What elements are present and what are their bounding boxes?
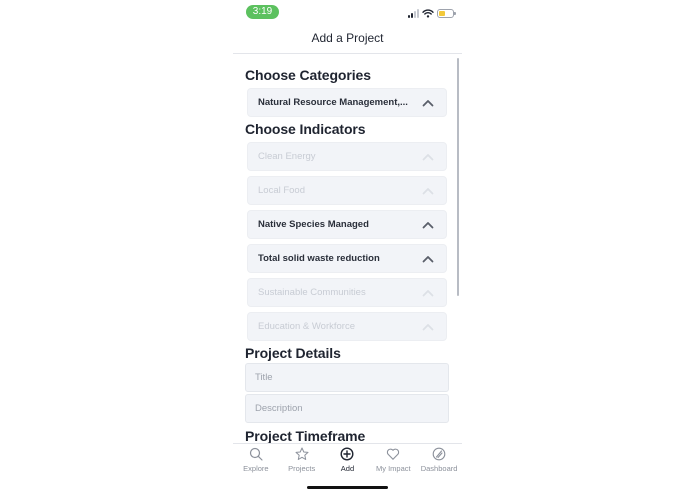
indicator-solid-waste[interactable]: Total solid waste reduction	[247, 244, 447, 273]
indicator-label: Sustainable Communities	[258, 287, 366, 298]
choose-indicators-heading: Choose Indicators	[245, 121, 366, 137]
chevron-up-icon	[422, 221, 434, 228]
star-icon	[295, 447, 309, 460]
chevron-up-icon	[422, 187, 434, 194]
categories-selected-label: Natural Resource Management,...	[258, 97, 408, 108]
search-icon	[249, 447, 263, 461]
tab-label: My Impact	[375, 464, 411, 473]
chevron-up-icon	[422, 99, 434, 106]
indicator-education-workforce: Education & Workforce	[247, 312, 447, 341]
form-scroll-area[interactable]: Choose Categories Natural Resource Manag…	[233, 54, 462, 443]
dashboard-icon	[432, 447, 446, 461]
categories-dropdown[interactable]: Natural Resource Management,...	[247, 88, 447, 117]
tab-my-impact[interactable]: My Impact	[371, 444, 416, 478]
tab-bar: Explore Projects Add My Impact Dashboard	[233, 444, 462, 478]
indicator-label: Total solid waste reduction	[258, 253, 380, 264]
indicator-sustainable-communities: Sustainable Communities	[247, 278, 447, 307]
page-title: Add a Project	[311, 31, 384, 45]
indicator-label: Native Species Managed	[258, 219, 369, 230]
status-icons	[408, 7, 456, 19]
status-time: 3:19	[246, 5, 279, 19]
tab-label: Dashboard	[420, 464, 458, 473]
indicator-local-food: Local Food	[247, 176, 447, 205]
chevron-up-icon	[422, 255, 434, 262]
chevron-up-icon	[422, 323, 434, 330]
title-field[interactable]: Title	[245, 363, 449, 392]
chevron-up-icon	[422, 289, 434, 296]
indicator-label: Local Food	[258, 185, 306, 196]
heart-icon	[387, 448, 400, 460]
wifi-icon	[422, 8, 434, 18]
indicator-clean-energy: Clean Energy	[247, 142, 447, 171]
chevron-up-icon	[422, 153, 434, 160]
tab-explore[interactable]: Explore	[233, 444, 278, 478]
tab-projects[interactable]: Projects	[279, 444, 324, 478]
indicator-label: Clean Energy	[258, 151, 316, 162]
project-timeframe-heading: Project Timeframe	[245, 428, 366, 443]
project-details-heading: Project Details	[245, 345, 341, 361]
indicator-label: Education & Workforce	[258, 321, 355, 332]
description-field[interactable]: Description	[245, 394, 449, 423]
battery-icon	[437, 8, 456, 18]
home-indicator	[307, 486, 388, 489]
tab-add[interactable]: Add	[325, 444, 370, 478]
plus-circle-icon	[340, 447, 354, 461]
signal-icon	[408, 8, 419, 18]
indicator-native-species[interactable]: Native Species Managed	[247, 210, 447, 239]
status-bar: 3:19	[233, 0, 462, 26]
scrollbar[interactable]	[457, 58, 459, 296]
tab-label: Add	[340, 464, 355, 473]
choose-categories-heading: Choose Categories	[245, 67, 371, 83]
phone-screen: 3:19 Add a Project Choose Categories Nat…	[233, 0, 462, 494]
tab-label: Projects	[288, 464, 316, 473]
tab-label: Explore	[243, 464, 269, 473]
tab-dashboard[interactable]: Dashboard	[417, 444, 462, 478]
